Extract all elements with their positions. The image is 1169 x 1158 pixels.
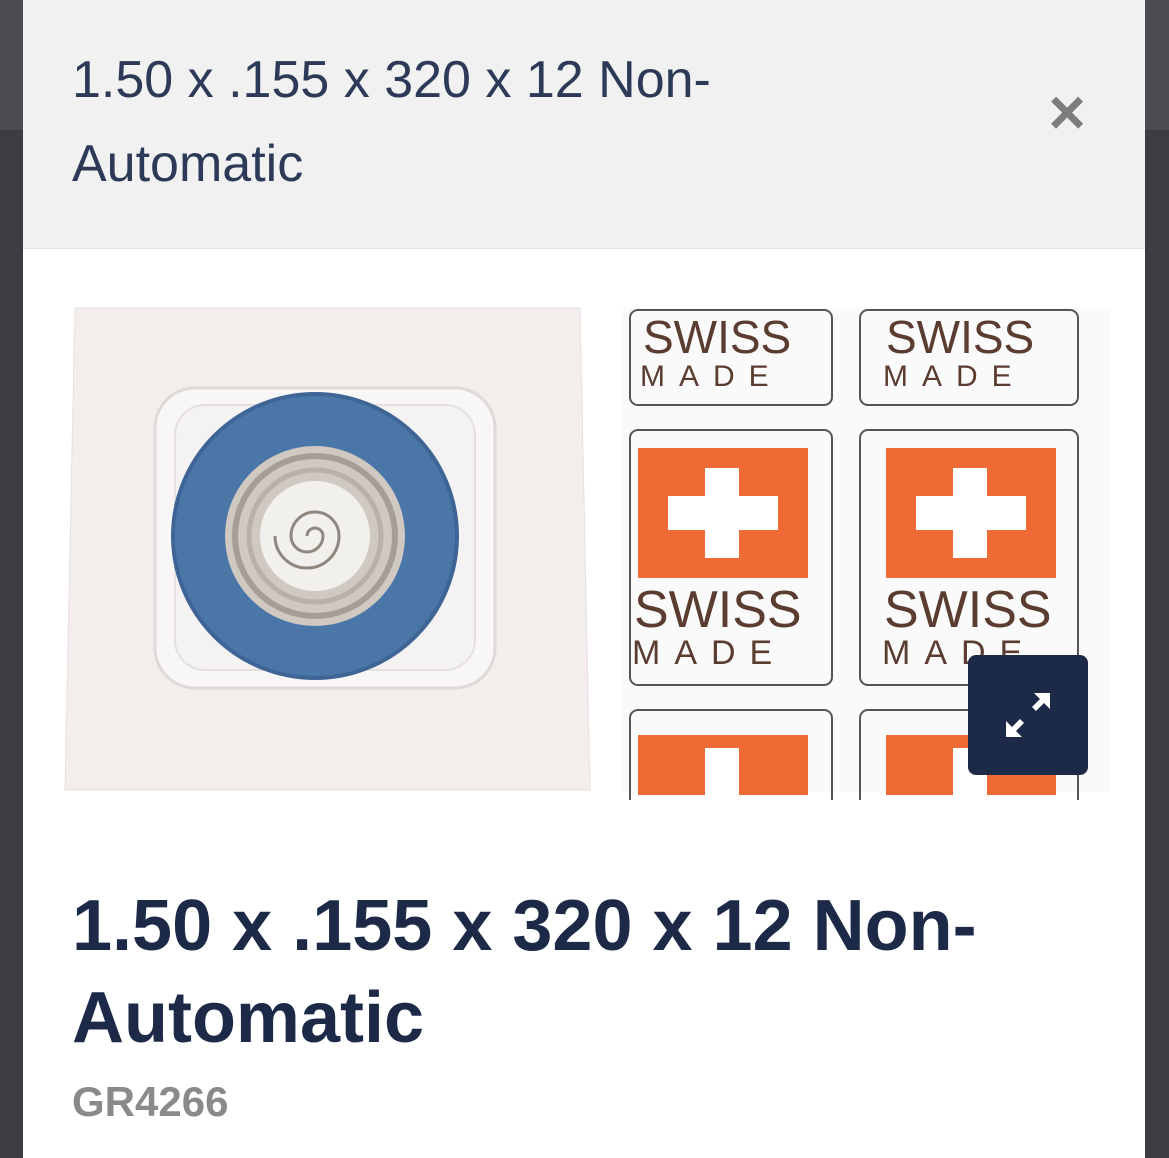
svg-text:SWISS: SWISS <box>634 581 802 639</box>
product-image[interactable]: SWISS MADE SWISS MADE SWISS MADE SWISS M… <box>60 300 1110 800</box>
blister-package <box>64 307 591 791</box>
modal-title: 1.50 x .155 x 320 x 12 Non-Automatic <box>72 51 711 193</box>
close-icon[interactable]: × <box>1037 80 1097 144</box>
svg-text:SWISS: SWISS <box>886 311 1034 363</box>
svg-text:MADE: MADE <box>640 360 783 393</box>
svg-text:MADE: MADE <box>883 360 1026 393</box>
svg-text:SWISS: SWISS <box>884 581 1052 639</box>
svg-text:MADE: MADE <box>632 634 786 672</box>
svg-text:SWISS: SWISS <box>643 311 791 363</box>
product-title: 1.50 x .155 x 320 x 12 Non-Automatic <box>72 886 977 1058</box>
expand-arrows-icon <box>1006 693 1050 737</box>
expand-image-button[interactable] <box>968 655 1088 775</box>
modal-header: 1.50 x .155 x 320 x 12 Non-Automatic × <box>23 0 1145 249</box>
product-photo: SWISS MADE SWISS MADE SWISS MADE SWISS M… <box>64 307 1110 800</box>
product-modal: 1.50 x .155 x 320 x 12 Non-Automatic × S… <box>23 0 1145 1158</box>
product-sku: GR4266 <box>72 1078 229 1125</box>
